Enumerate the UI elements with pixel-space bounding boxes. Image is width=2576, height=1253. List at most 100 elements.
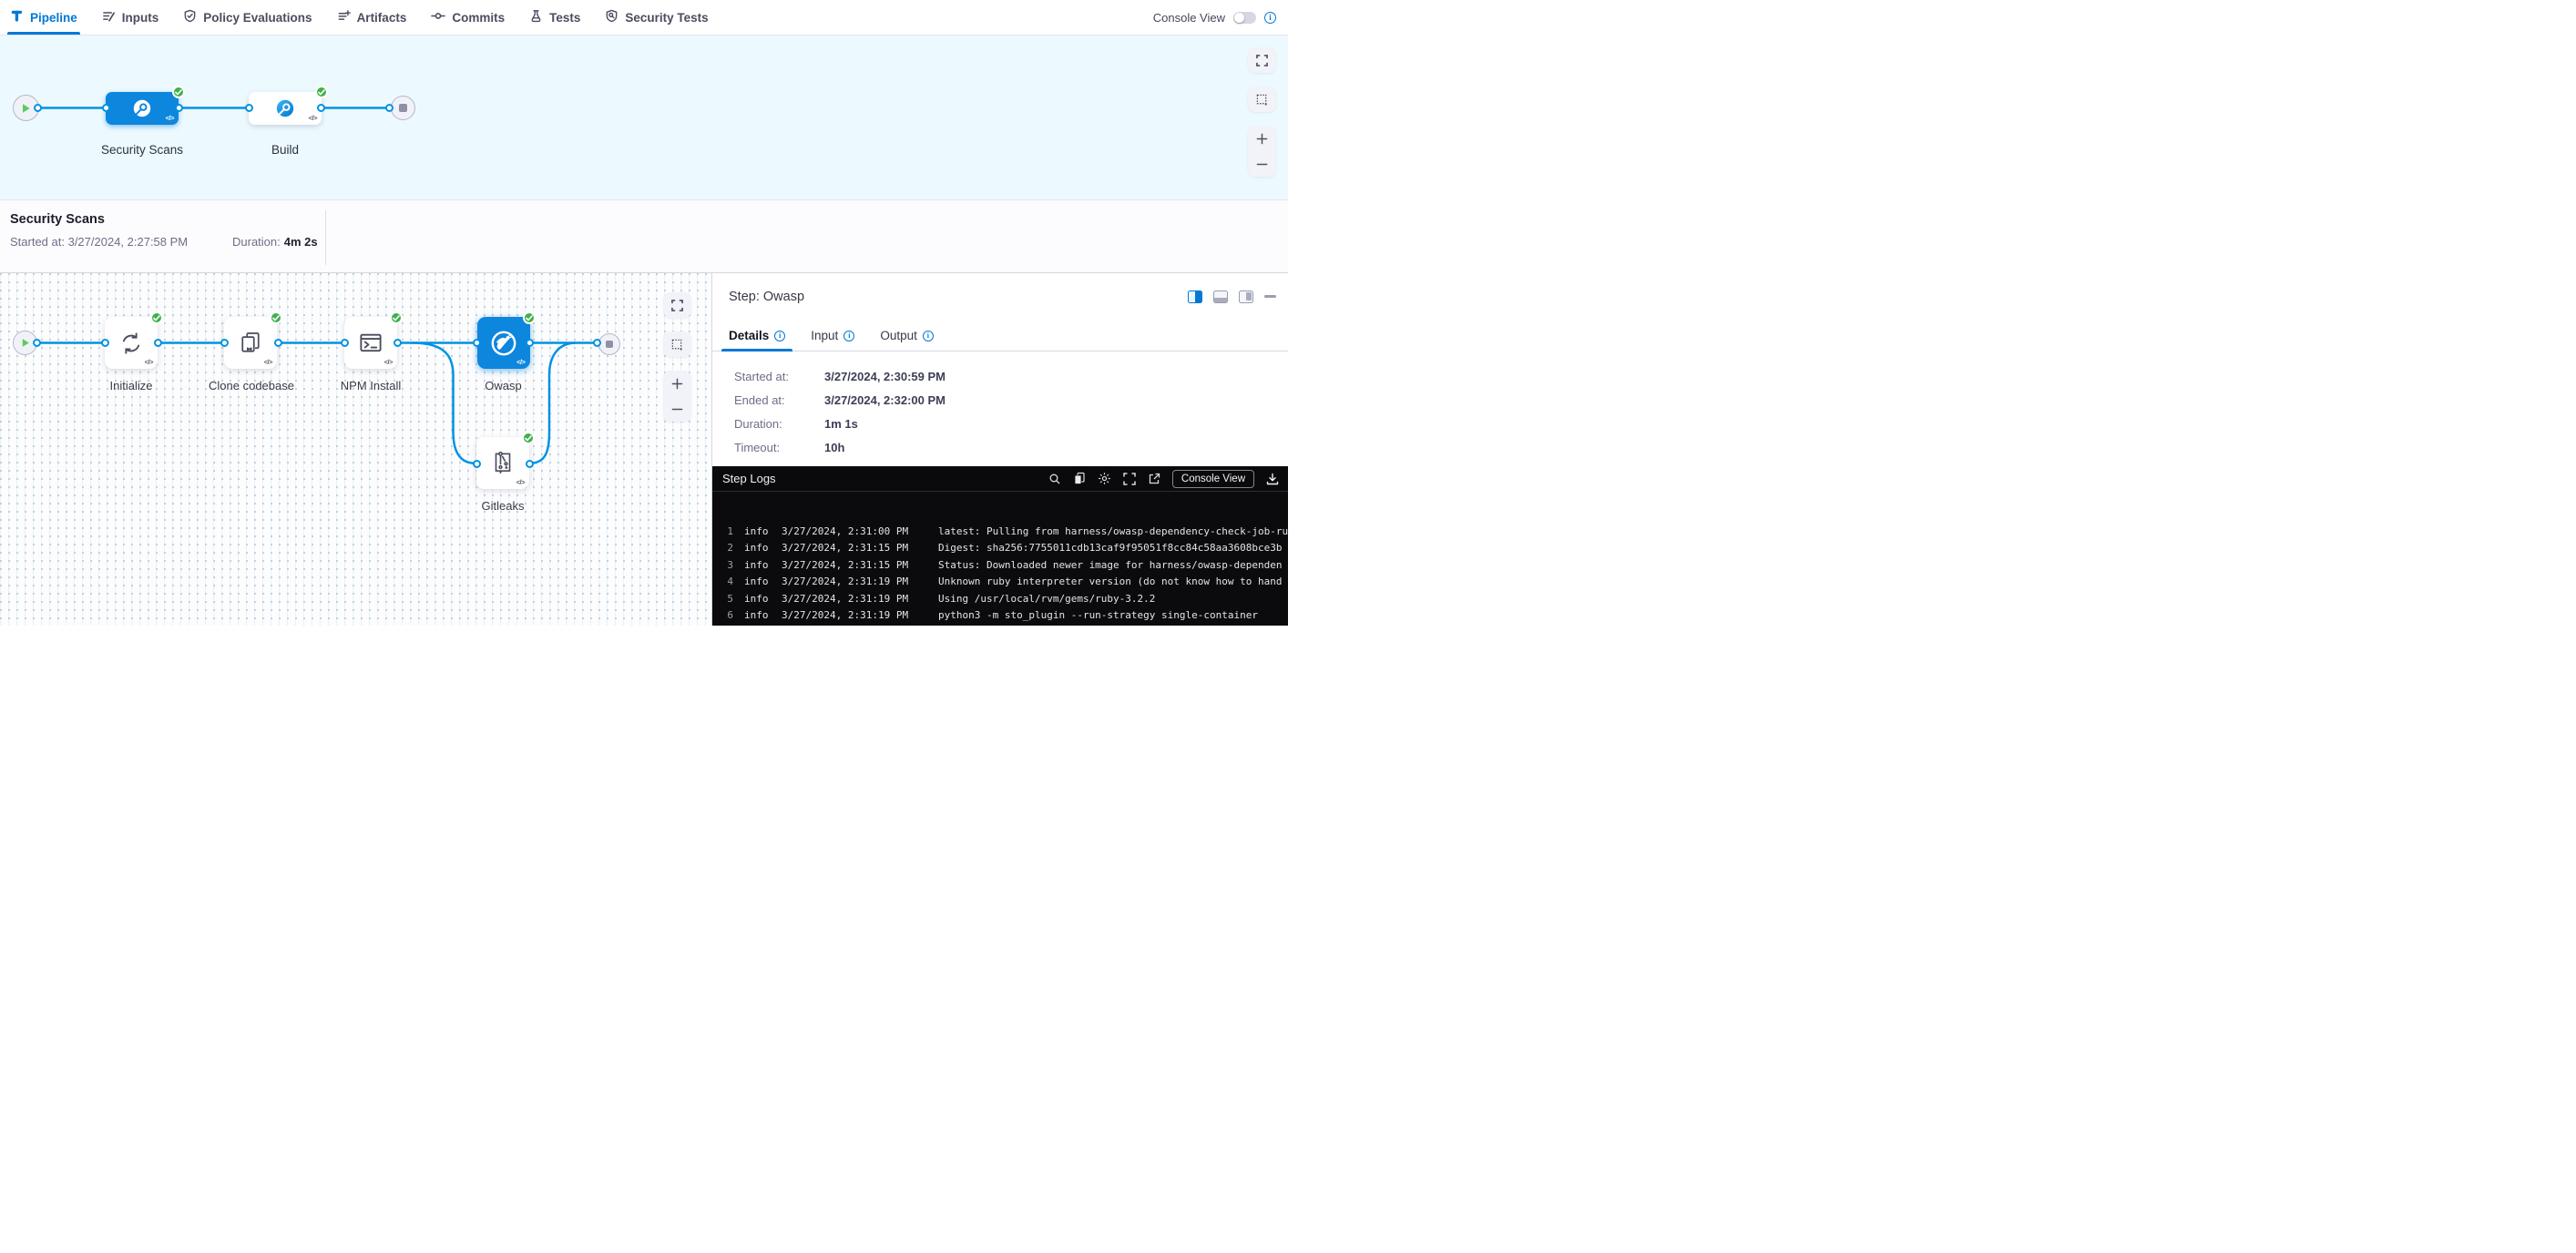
step-node-owasp[interactable]: </> (477, 317, 530, 369)
tab-tests[interactable]: Tests (529, 0, 580, 35)
selection-mode-button[interactable] (663, 331, 691, 357)
detail-row: Ended at: 3/27/2024, 2:32:00 PM (734, 393, 1288, 407)
zoom-in-button[interactable] (1248, 126, 1276, 151)
stage-end-node[interactable] (598, 333, 620, 355)
pipeline-end-node[interactable] (391, 96, 415, 120)
play-icon (21, 103, 31, 114)
log-copy-button[interactable] (1073, 472, 1086, 485)
success-badge (523, 311, 536, 324)
step-logs-header: Step Logs (712, 466, 1288, 492)
log-message: Digest: sha256:7755011cdb13caf9f95051f8c… (938, 540, 1288, 556)
toggle-knob (1234, 13, 1244, 23)
tab-security-tests-label: Security Tests (625, 11, 708, 25)
ci-stage-icon (273, 97, 297, 120)
step-node-initialize[interactable]: </> (105, 317, 158, 369)
artifacts-icon (337, 9, 351, 25)
log-fullscreen-button[interactable] (1123, 473, 1136, 485)
tab-pipeline[interactable]: Pipeline (10, 0, 77, 35)
stop-icon (399, 104, 407, 112)
log-line-number: 1 (718, 524, 733, 540)
output-info-icon[interactable]: i (923, 331, 934, 341)
fit-to-screen-button[interactable] (1248, 47, 1276, 73)
tab-inputs[interactable]: Inputs (102, 0, 159, 35)
port (220, 339, 229, 347)
tab-details[interactable]: Details i (729, 329, 785, 351)
step-label[interactable]: Clone codebase (209, 379, 294, 392)
zoom-out-button[interactable] (1248, 151, 1276, 177)
stage-node-security-scans[interactable]: </> (106, 92, 179, 125)
tab-policy-evaluations[interactable]: Policy Evaluations (183, 0, 312, 35)
log-timestamp: 3/27/2024, 2:31:19 PM (782, 607, 938, 624)
log-timestamp: 3/27/2024, 2:31:19 PM (782, 574, 938, 590)
stage-started-at: Started at: 3/27/2024, 2:27:58 PM (10, 235, 232, 249)
play-icon (21, 338, 30, 348)
stage-label[interactable]: Build (271, 143, 299, 157)
step-node-clone-codebase[interactable]: </> (224, 317, 277, 369)
divider (325, 210, 326, 265)
port (274, 339, 282, 347)
log-line-number: 2 (718, 540, 733, 556)
step-label[interactable]: Initialize (110, 379, 153, 392)
tab-output[interactable]: Output i (880, 329, 934, 351)
info-icon[interactable]: i (1264, 12, 1276, 24)
fit-to-screen-button[interactable] (663, 292, 691, 318)
detail-label: Started at: (734, 370, 824, 383)
success-badge (270, 311, 282, 324)
tab-security-tests[interactable]: Security Tests (605, 0, 708, 35)
stage-label[interactable]: Security Scans (101, 143, 183, 157)
stage-info-title: Security Scans (10, 212, 1288, 227)
tab-input[interactable]: Input i (811, 329, 854, 351)
tab-input-label: Input (811, 329, 838, 342)
layout-floating-panel-button[interactable] (1239, 290, 1253, 303)
port (34, 104, 42, 112)
log-line: 3 info 3/27/2024, 2:31:15 PM Status: Dow… (718, 557, 1288, 574)
tab-commits[interactable]: Commits (431, 0, 505, 35)
layout-right-panel-button[interactable] (1188, 290, 1202, 303)
code-glyph: </> (309, 114, 317, 122)
step-logs-body[interactable]: 1 info 3/27/2024, 2:31:00 PM latest: Pul… (712, 492, 1288, 626)
detail-row: Started at: 3/27/2024, 2:30:59 PM (734, 370, 1288, 383)
fullscreen-icon (1256, 55, 1268, 66)
selection-mode-button[interactable] (1248, 87, 1276, 112)
code-glyph: </> (166, 114, 174, 122)
step-node-gitleaks[interactable]: </> (476, 437, 529, 489)
layout-bottom-panel-button[interactable] (1213, 290, 1228, 303)
step-label[interactable]: Gitleaks (482, 499, 525, 513)
log-line: 5 info 3/27/2024, 2:31:19 PM Using /usr/… (718, 591, 1288, 607)
open-in-new-icon (1148, 473, 1160, 485)
tab-artifacts[interactable]: Artifacts (337, 0, 407, 35)
port (526, 460, 534, 468)
selection-box-icon (671, 339, 683, 351)
step-graph-canvas[interactable]: </> </> </> (0, 273, 712, 626)
log-line: 2 info 3/27/2024, 2:31:15 PM Digest: sha… (718, 540, 1288, 556)
details-info-icon[interactable]: i (774, 331, 785, 341)
zoom-out-button[interactable] (663, 396, 691, 422)
tab-commits-label: Commits (452, 11, 505, 25)
log-line: 4 info 3/27/2024, 2:31:19 PM Unknown rub… (718, 574, 1288, 590)
step-node-npm-install[interactable]: </> (344, 317, 397, 369)
log-settings-button[interactable] (1098, 472, 1111, 485)
log-open-in-new-button[interactable] (1148, 473, 1160, 485)
shield-search-icon (605, 9, 618, 25)
step-label[interactable]: Owasp (485, 379, 521, 392)
zoom-in-button[interactable] (663, 371, 691, 396)
log-search-button[interactable] (1048, 473, 1061, 485)
log-timestamp: 3/27/2024, 2:31:15 PM (782, 540, 938, 556)
stage-graph-canvas[interactable]: </> </> Security Scans Build (0, 36, 1288, 199)
tab-inputs-label: Inputs (122, 11, 159, 25)
log-download-button[interactable] (1266, 473, 1279, 485)
log-line-number: 4 (718, 574, 733, 590)
stage-node-build[interactable]: </> (249, 92, 322, 125)
port (526, 339, 534, 347)
zoom-controls (663, 371, 691, 422)
download-icon (1266, 473, 1279, 485)
input-info-icon[interactable]: i (843, 331, 854, 341)
log-message: python3 -m sto_plugin --run-strategy sin… (938, 607, 1288, 624)
step-label[interactable]: NPM Install (341, 379, 401, 392)
minimize-panel-button[interactable] (1264, 295, 1276, 298)
log-message: Unknown ruby interpreter version (do not… (938, 574, 1288, 590)
console-view-toggle[interactable] (1233, 12, 1256, 24)
console-view-button[interactable]: Console View (1172, 470, 1254, 488)
log-level: info (744, 607, 782, 624)
log-level: info (744, 591, 782, 607)
